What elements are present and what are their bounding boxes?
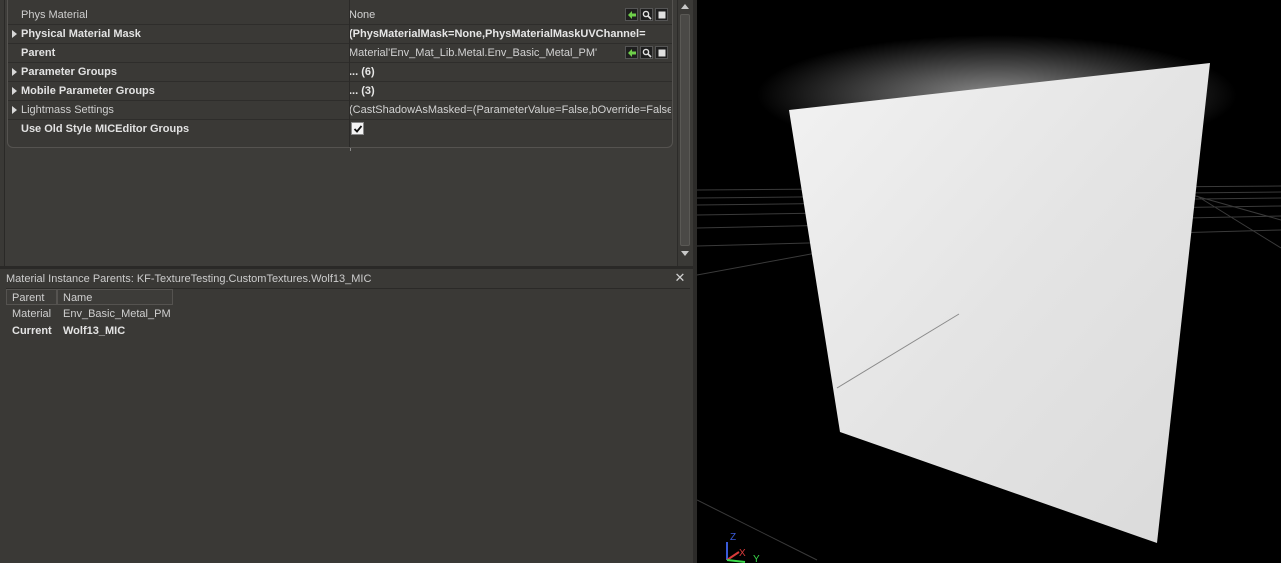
left-pane: Phys Material None Physical Material Mas… xyxy=(0,0,693,563)
use-selected-arrow-icon[interactable] xyxy=(625,46,638,59)
expand-arrow-icon[interactable] xyxy=(12,68,17,76)
parents-panel-title: Material Instance Parents: KF-TextureTes… xyxy=(6,273,372,285)
parents-list: Parent Name Material Env_Basic_Metal_PM … xyxy=(6,288,690,563)
cell-name: Env_Basic_Metal_PM xyxy=(63,308,171,320)
scroll-up-arrow-icon[interactable] xyxy=(681,4,689,9)
use-selected-arrow-icon[interactable] xyxy=(625,8,638,21)
prop-row-phys-material[interactable]: Phys Material None xyxy=(8,6,672,25)
prop-row-parent[interactable]: Parent Material'Env_Mat_Lib.Metal.Env_Ba… xyxy=(8,44,672,63)
expand-arrow-icon[interactable] xyxy=(12,106,17,114)
clear-square-icon[interactable] xyxy=(655,46,668,59)
list-item[interactable]: Material Env_Basic_Metal_PM xyxy=(6,306,690,323)
column-divider-tail xyxy=(350,148,351,151)
prop-value-phys-material: None xyxy=(349,9,376,21)
properties-panel: Phys Material None Physical Material Mas… xyxy=(4,0,692,266)
browse-magnifier-icon[interactable] xyxy=(640,46,653,59)
prop-value-parent: Material'Env_Mat_Lib.Metal.Env_Basic_Met… xyxy=(349,47,598,59)
prop-value-parameter-groups: ... (6) xyxy=(349,66,375,78)
axis-label-y: Y xyxy=(753,554,760,563)
prop-value-physical-material-mask: (PhysMaterialMask=None,PhysMaterialMaskU… xyxy=(349,28,646,40)
prop-row-lightmass-settings[interactable]: Lightmass Settings (CastShadowAsMasked=(… xyxy=(8,101,672,120)
prop-row-mobile-parameter-groups[interactable]: Mobile Parameter Groups ... (3) xyxy=(8,82,672,101)
prop-name-lightmass-settings: Lightmass Settings xyxy=(21,104,114,116)
preview-mesh-plane xyxy=(789,63,1210,543)
viewport-scene xyxy=(697,35,1281,563)
prop-name-parent: Parent xyxy=(21,47,56,59)
property-grid: Phys Material None Physical Material Mas… xyxy=(7,0,673,148)
prop-name-parameter-groups: Parameter Groups xyxy=(21,66,117,78)
close-icon[interactable]: ✕ xyxy=(674,271,686,284)
cell-parent: Material xyxy=(12,308,52,320)
preview-viewport[interactable]: Z X Y xyxy=(693,0,1281,563)
prop-row-use-old-style-miceditor-groups[interactable]: Use Old Style MICEditor Groups xyxy=(8,120,672,139)
prop-name-use-old-style-miceditor-groups: Use Old Style MICEditor Groups xyxy=(21,123,190,135)
list-item[interactable]: Current Wolf13_MIC xyxy=(6,323,690,340)
prop-name-physical-material-mask: Physical Material Mask xyxy=(21,28,141,40)
expand-arrow-icon[interactable] xyxy=(12,30,17,38)
prop-value-lightmass-settings: (CastShadowAsMasked=(ParameterValue=Fals… xyxy=(349,104,671,116)
parent-actions xyxy=(625,46,668,60)
cell-name: Wolf13_MIC xyxy=(63,325,126,337)
axis-label-z: Z xyxy=(730,532,737,543)
cell-parent: Current xyxy=(12,325,52,337)
column-header-parent[interactable]: Parent xyxy=(6,289,57,305)
column-header-name[interactable]: Name xyxy=(57,289,173,305)
axis-label-x: X xyxy=(739,548,746,559)
use-old-style-checkbox[interactable] xyxy=(351,122,364,135)
prop-value-mobile-parameter-groups: ... (3) xyxy=(349,85,375,97)
properties-scrollbar[interactable] xyxy=(677,0,692,266)
column-divider[interactable] xyxy=(349,0,350,147)
prop-row-parameter-groups[interactable]: Parameter Groups ... (6) xyxy=(8,63,672,82)
prop-name-phys-material: Phys Material xyxy=(21,9,88,21)
phys-material-actions xyxy=(625,8,668,22)
scrollbar-thumb[interactable] xyxy=(680,14,690,246)
expand-arrow-icon[interactable] xyxy=(12,87,17,95)
checkmark-icon xyxy=(353,124,362,133)
clear-square-icon[interactable] xyxy=(655,8,668,21)
material-instance-parents-panel: Material Instance Parents: KF-TextureTes… xyxy=(4,269,690,563)
scroll-down-arrow-icon[interactable] xyxy=(681,251,689,256)
prop-name-mobile-parameter-groups: Mobile Parameter Groups xyxy=(21,85,155,97)
browse-magnifier-icon[interactable] xyxy=(640,8,653,21)
prop-row-physical-material-mask[interactable]: Physical Material Mask (PhysMaterialMask… xyxy=(8,25,672,44)
parents-list-header: Parent Name xyxy=(6,289,690,305)
